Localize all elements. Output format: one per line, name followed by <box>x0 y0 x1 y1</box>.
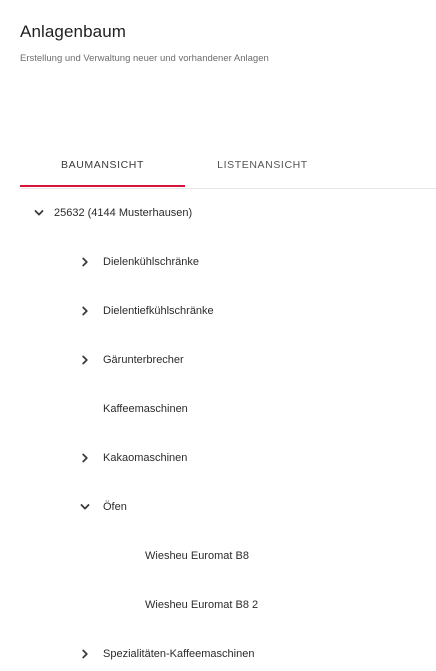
view-tabs: BAUMANSICHT LISTENANSICHT <box>20 150 436 189</box>
chevron-right-icon[interactable] <box>79 256 91 268</box>
tab-baumansicht[interactable]: BAUMANSICHT <box>20 150 185 187</box>
tree-node-label: Öfen <box>103 501 127 513</box>
tree-node-label: 25632 (4144 Musterhausen) <box>54 207 193 219</box>
chevron-right-icon[interactable] <box>79 354 91 366</box>
tree-node-dielentiefkuehlschraenke[interactable]: Dielentiefkühlschränke <box>0 296 436 326</box>
tree-node-label: Spezialitäten-Kaffeemaschinen <box>103 648 255 660</box>
tree-node-label: Wiesheu Euromat B8 2 <box>145 599 259 611</box>
tree-node-label: Kaffeemaschinen <box>103 403 188 415</box>
tree-node-label: Gärunterbrecher <box>103 354 184 366</box>
tree-node-wiesheu-euromat-b8[interactable]: Wiesheu Euromat B8 <box>0 541 436 571</box>
tree-node-label: Dielenkühlschränke <box>103 256 199 268</box>
tree-node-root[interactable]: 25632 (4144 Musterhausen) <box>0 198 436 228</box>
chevron-down-icon[interactable] <box>79 501 91 513</box>
chevron-down-icon[interactable] <box>33 207 45 219</box>
chevron-right-icon[interactable] <box>79 452 91 464</box>
tree-node-spezialitaeten-kaffeemaschinen[interactable]: Spezialitäten-Kaffeemaschinen <box>0 639 436 669</box>
tree-node-dielenkuehlschraenke[interactable]: Dielenkühlschränke <box>0 247 436 277</box>
tree-node-kaffeemaschinen[interactable]: Kaffeemaschinen <box>0 394 436 424</box>
page-title: Anlagenbaum <box>20 22 127 41</box>
tree-node-wiesheu-euromat-b8-2[interactable]: Wiesheu Euromat B8 2 <box>0 590 436 620</box>
tree-node-label: Wiesheu Euromat B8 <box>145 550 249 562</box>
tree-node-label: Dielentiefkühlschränke <box>103 305 214 317</box>
tab-listenansicht[interactable]: LISTENANSICHT <box>185 150 340 187</box>
anlagenbaum-page: Anlagenbaum Erstellung und Verwaltung ne… <box>0 0 436 671</box>
page-subtitle: Erstellung und Verwaltung neuer und vorh… <box>20 53 269 64</box>
chevron-right-icon[interactable] <box>79 648 91 660</box>
active-tab-indicator <box>20 185 185 187</box>
tree-node-label: Kakaomaschinen <box>103 452 188 464</box>
tree-node-gaerunterbrecher[interactable]: Gärunterbrecher <box>0 345 436 375</box>
tree-node-kakaomaschinen[interactable]: Kakaomaschinen <box>0 443 436 473</box>
tree-node-oefen[interactable]: Öfen <box>0 492 436 522</box>
chevron-right-icon[interactable] <box>79 305 91 317</box>
